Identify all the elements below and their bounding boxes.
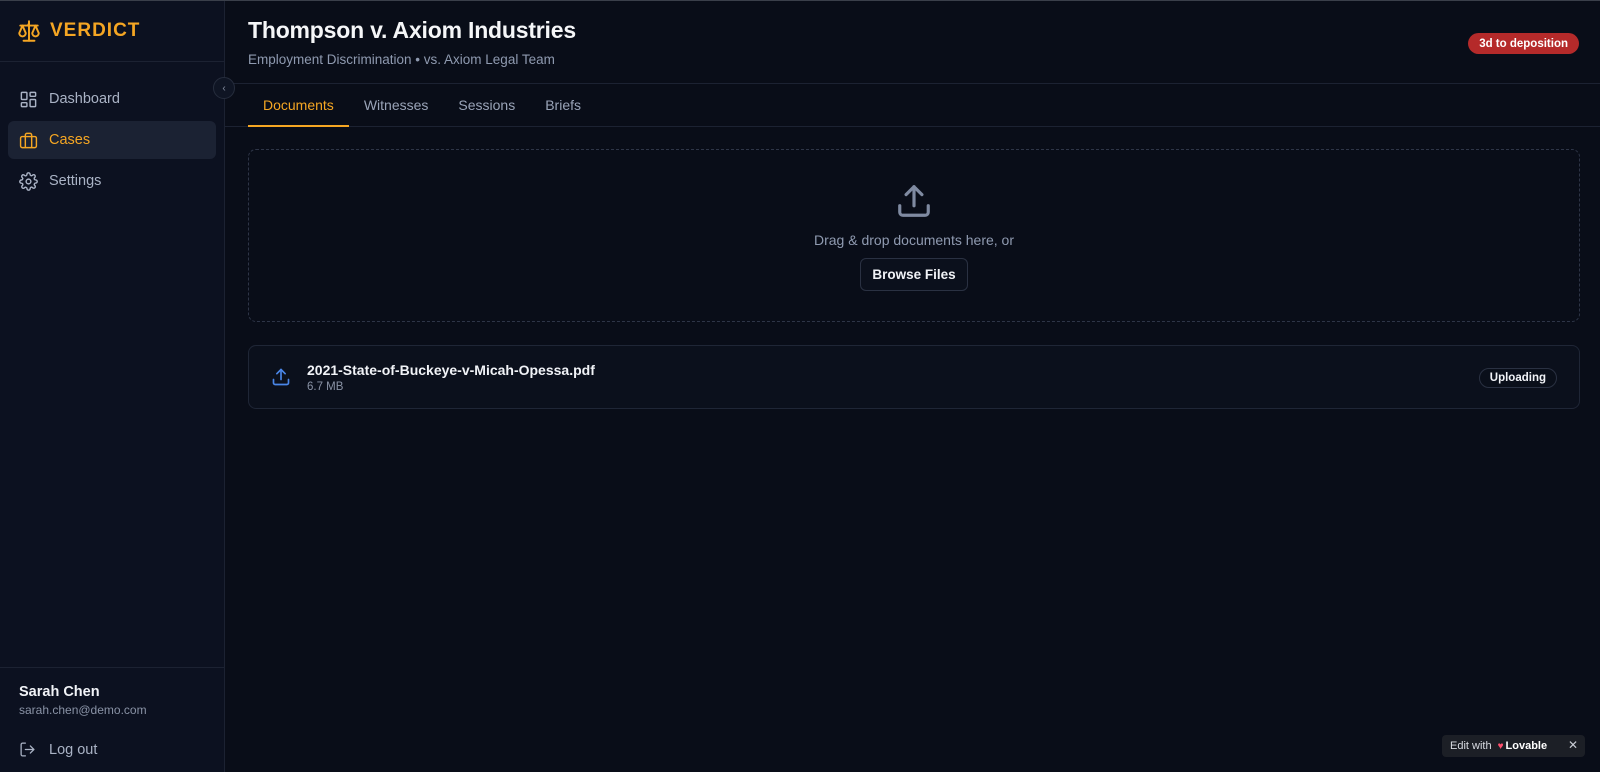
logout-label: Log out [49,741,98,758]
sidebar: VERDICT Dashboard Cases Settings Sarah C… [0,1,225,772]
sidebar-item-label: Settings [49,173,102,189]
brand[interactable]: VERDICT [0,1,224,62]
briefcase-icon [19,132,38,148]
user-name: Sarah Chen [19,684,100,700]
edit-with-lovable-badge[interactable]: Edit with ♥ Lovable ✕ [1442,735,1585,757]
logout-icon [20,742,35,757]
brand-name: VERDICT [50,20,141,41]
main-content: Thompson v. Axiom Industries Employment … [225,1,1600,772]
logout-button[interactable]: Log out [19,741,224,758]
dropzone-text: Drag & drop documents here, or [814,232,1014,248]
file-size: 6.7 MB [307,380,344,393]
page-title: Thompson v. Axiom Industries [248,17,576,43]
user-block: Sarah Chen sarah.chen@demo.com Log out [0,667,224,772]
deadline-badge: 3d to deposition [1468,33,1579,54]
case-subtitle: Employment Discrimination • vs. Axiom Le… [248,52,555,67]
upload-icon [898,185,930,217]
lovable-brand: Lovable [1505,740,1548,752]
close-icon[interactable]: ✕ [1568,738,1578,752]
sidebar-item-settings[interactable]: Settings [8,162,216,200]
sidebar-nav: Dashboard Cases Settings [0,62,224,200]
heart-icon: ♥ [1497,740,1504,752]
file-name: 2021-State-of-Buckeye-v-Micah-Opessa.pdf [307,361,595,378]
sidebar-item-label: Dashboard [49,91,120,107]
gear-icon [19,171,38,191]
user-email: sarah.chen@demo.com [19,703,147,717]
status-badge: Uploading [1478,368,1557,388]
upload-dropzone[interactable]: Drag & drop documents here, or Browse Fi… [248,149,1580,322]
file-info: 2021-State-of-Buckeye-v-Micah-Opessa.pdf… [307,362,595,393]
edit-with-label: Edit with [1450,740,1492,752]
scales-icon [18,20,40,42]
case-header: Thompson v. Axiom Industries Employment … [225,1,1600,84]
upload-icon [272,368,290,386]
tab-briefs[interactable]: Briefs [530,84,596,127]
dashboard-icon [20,91,37,107]
tab-sessions[interactable]: Sessions [443,84,530,127]
sidebar-item-label: Cases [49,132,91,148]
file-row[interactable]: 2021-State-of-Buckeye-v-Micah-Opessa.pdf… [248,345,1580,409]
browse-files-button[interactable]: Browse Files [860,258,968,291]
tab-documents[interactable]: Documents [248,84,349,127]
chevron-left-icon: ‹ [222,82,226,94]
sidebar-item-cases[interactable]: Cases [8,121,216,159]
tab-witnesses[interactable]: Witnesses [349,84,444,127]
collapse-sidebar-button[interactable]: ‹ [213,77,235,99]
tab-bar: Documents Witnesses Sessions Briefs [225,84,1600,127]
sidebar-item-dashboard[interactable]: Dashboard [8,80,216,118]
